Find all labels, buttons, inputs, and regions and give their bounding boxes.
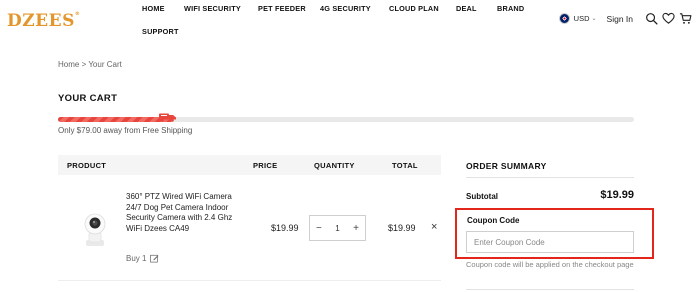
sign-in-link[interactable]: Sign In [607,14,633,24]
header-price: PRICE [253,161,278,170]
nav-home[interactable]: HOME [142,4,165,13]
logo-text: DZEES [7,11,75,31]
breadcrumb-home[interactable]: Home [58,60,79,69]
remove-item-button[interactable]: × [431,221,437,233]
coupon-note: Coupon code will be applied on the check… [466,260,634,269]
decrease-quantity-button[interactable]: − [316,223,322,234]
nav-cloud-plan[interactable]: CLOUD PLAN [389,4,439,13]
page-title: YOUR CART [58,93,118,104]
free-shipping-message: Only $79.00 away from Free Shipping [58,126,193,135]
item-total: $19.99 [388,223,416,233]
heart-icon[interactable] [662,12,675,25]
product-title[interactable]: 360° PTZ Wired WiFi Camera 24/7 Dog Pet … [126,192,246,234]
quantity-stepper: − 1 + [309,215,366,241]
header-total: TOTAL [392,161,418,170]
nav-pet-feeder[interactable]: PET FEEDER [258,4,306,13]
nav-deal[interactable]: DEAL [456,4,477,13]
cart-icon[interactable] [679,12,692,25]
summary-bottom-divider [466,289,634,290]
header-product: PRODUCT [67,161,107,170]
free-shipping-progress: 20% [58,111,634,123]
uk-flag-icon[interactable] [558,13,570,24]
coupon-code-label: Coupon Code [467,216,520,225]
increase-quantity-button[interactable]: + [353,223,359,234]
progress-percent-label: 20% [106,111,121,118]
subtotal-label: Subtotal [466,192,498,201]
buy-quantity-label: Buy 1 [126,254,147,263]
nav-wifi-security[interactable]: WIFI SECURITY [184,4,241,13]
truck-icon [159,113,176,122]
order-summary-title: ORDER SUMMARY [466,161,547,171]
currency-selector[interactable]: USD [574,14,590,23]
header-actions: USD ⌄ Sign In [558,12,692,25]
breadcrumb-current: Your Cart [88,60,122,69]
breadcrumb: Home > Your Cart [58,60,122,69]
chevron-down-icon[interactable]: ⌄ [592,15,597,22]
nav-support[interactable]: SUPPORT [142,27,179,36]
item-price: $19.99 [271,223,299,233]
nav-4g-security[interactable]: 4G SECURITY [320,4,371,13]
nav-brand[interactable]: BRAND [497,4,524,13]
search-icon[interactable] [645,12,658,25]
brand-logo[interactable]: DZEES® [7,11,80,31]
subtotal-value: $19.99 [600,189,634,201]
buy-row: Buy 1 [126,254,159,263]
breadcrumb-separator: > [81,60,87,69]
quantity-value[interactable]: 1 [335,224,339,233]
row-divider [58,280,441,281]
summary-divider [466,177,634,178]
edit-icon[interactable] [150,254,159,263]
coupon-code-input[interactable] [466,231,634,253]
cart-table-header [58,155,441,175]
header-quantity: QUANTITY [314,161,355,170]
product-image[interactable] [80,210,110,250]
logo-registered-mark: ® [74,11,81,17]
